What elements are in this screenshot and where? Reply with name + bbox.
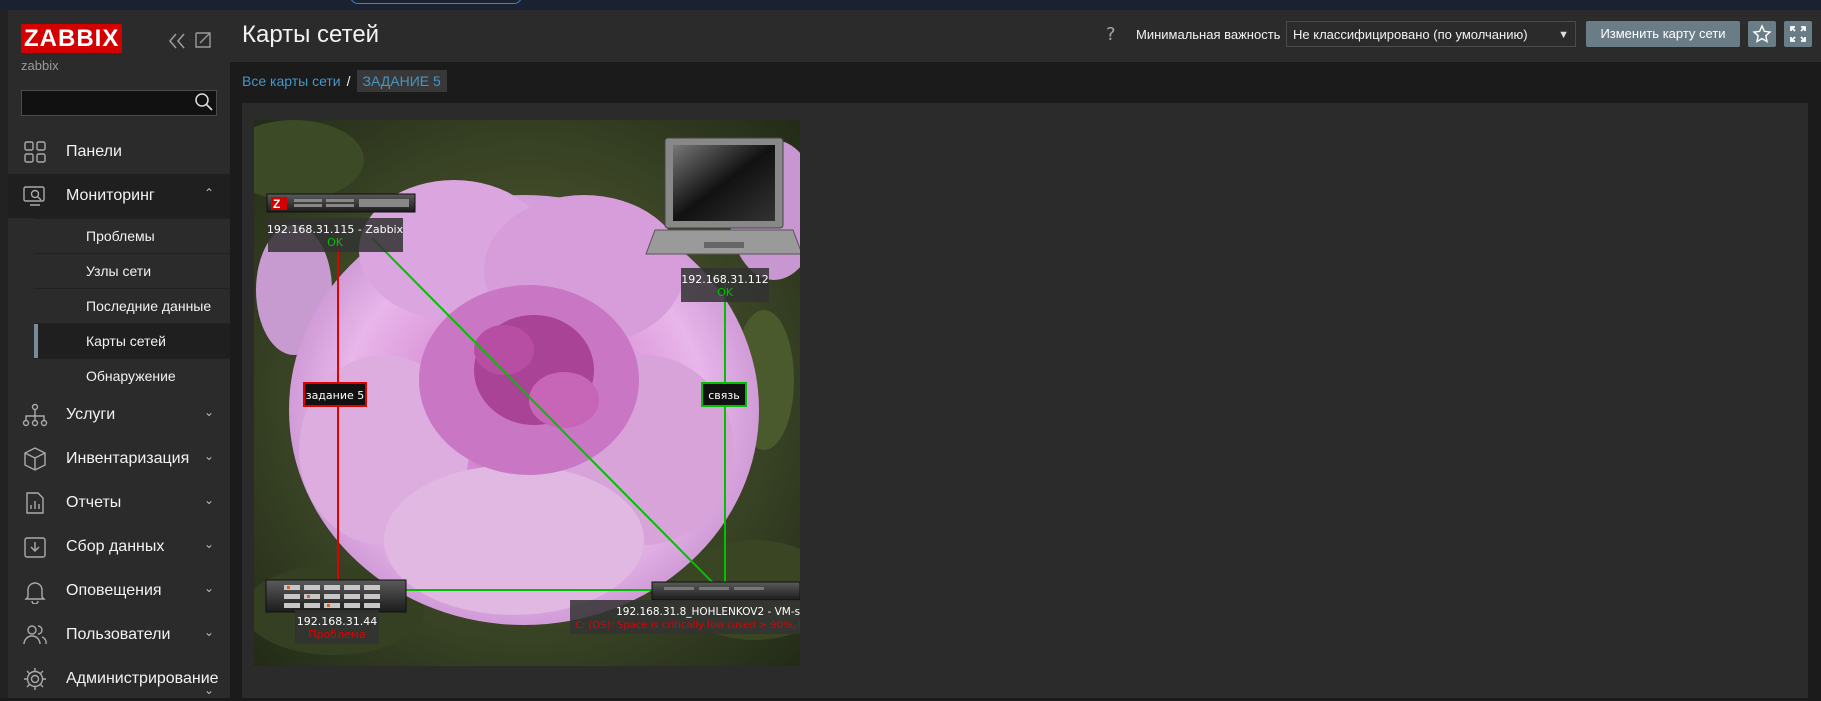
breadcrumb-current-map[interactable]: ЗАДАНИЕ 5 [356, 70, 447, 92]
network-map: Z 192.168.31.115 - Zabbix OK 192.168.31.… [254, 120, 800, 666]
help-icon[interactable]: ? [1106, 24, 1116, 45]
inventory-icon [24, 447, 46, 471]
link-label-zadanie[interactable]: задание 5 [306, 389, 365, 402]
menu-item-reports[interactable]: Отчеты ⌄ [8, 481, 230, 525]
menu-label: Сбор данных [66, 538, 165, 555]
users-icon [23, 625, 47, 645]
submenu-item-hosts[interactable]: Узлы сети [34, 253, 230, 288]
chevron-down-icon: ⌄ [203, 625, 214, 639]
zabbix-server-icon[interactable]: Z [266, 193, 416, 213]
fullscreen-icon [1790, 26, 1806, 42]
laptop-icon[interactable] [645, 137, 800, 255]
dashboard-icon [24, 141, 46, 163]
chevron-down-icon: ⌄ [203, 537, 214, 551]
chevron-down-icon: ⌄ [203, 449, 214, 463]
sidebar-edge [0, 10, 8, 698]
menu-label: Оповещения [66, 582, 162, 599]
node-label-vm-server: 192.168.31.8_HOHLENKOV2 - VM-server [616, 606, 800, 618]
node-label-zabbix: 192.168.31.115 - Zabbix [267, 223, 404, 236]
node-status-zabbix: OK [327, 236, 344, 249]
favorite-button[interactable] [1748, 21, 1776, 47]
node-status-laptop: OK [717, 286, 734, 299]
monitoring-submenu: Проблемы Узлы сети Последние данные Карт… [8, 218, 230, 393]
node-status-31-44: Проблема [308, 628, 366, 641]
submenu-item-latest-data[interactable]: Последние данные [34, 288, 230, 323]
menu-item-dashboards[interactable]: Панели [8, 130, 230, 174]
svg-text:Z: Z [273, 197, 280, 211]
menu-item-data-collection[interactable]: Сбор данных ⌄ [8, 525, 230, 569]
menu-label: Панели [66, 143, 122, 160]
rack-server-icon[interactable] [265, 579, 407, 613]
kiosk-mode-icon[interactable] [194, 31, 212, 49]
chevron-up-icon: ⌃ [203, 186, 214, 200]
menu-item-users[interactable]: Пользователи ⌄ [8, 613, 230, 657]
menu-label: Отчеты [66, 494, 122, 511]
menu-label: Услуги [66, 406, 116, 423]
monitoring-icon [23, 186, 45, 206]
menu-label: Администрирование [66, 670, 219, 687]
search-input[interactable] [21, 90, 217, 116]
sidebar: ZABBIX zabbix Панели Мониторинг ⌃ Пробле… [0, 10, 230, 698]
min-severity-value: Не классифицировано (по умолчанию) [1293, 27, 1528, 42]
page-title: Карты сетей [242, 21, 380, 48]
menu-item-services[interactable]: Услуги ⌄ [8, 393, 230, 437]
reports-icon [26, 492, 44, 514]
instance-name: zabbix [21, 58, 59, 73]
alerts-icon [24, 582, 46, 604]
chevron-down-icon: ⌄ [203, 493, 214, 507]
chevron-down-icon: ⌄ [203, 683, 214, 697]
network-map-canvas: Z 192.168.31.115 - Zabbix OK 192.168.31.… [254, 120, 800, 666]
menu-item-monitoring[interactable]: Мониторинг ⌃ [8, 174, 230, 218]
search-icon[interactable] [194, 92, 214, 112]
main-menu: Панели Мониторинг ⌃ Проблемы Узлы сети П… [8, 130, 230, 701]
breadcrumb-all-maps[interactable]: Все карты сети [242, 73, 341, 89]
browser-top-strip [0, 0, 1821, 10]
rack-server-icon[interactable] [651, 581, 800, 601]
edit-map-button[interactable]: Изменить карту сети [1586, 21, 1740, 47]
menu-label: Мониторинг [66, 187, 155, 204]
menu-item-administration[interactable]: Администрирование ⌄ [8, 657, 230, 701]
zabbix-logo[interactable]: ZABBIX [21, 24, 123, 53]
chevron-down-icon: ⌄ [203, 581, 214, 595]
node-label-31-44: 192.168.31.44 [297, 615, 377, 628]
page-header: Карты сетей ? Минимальная важность Не кл… [230, 10, 1821, 62]
min-severity-label: Минимальная важность [1136, 27, 1281, 42]
chevron-down-icon: ▼ [1558, 29, 1569, 41]
menu-item-alerts[interactable]: Оповещения ⌄ [8, 569, 230, 613]
fullscreen-button[interactable] [1784, 21, 1812, 47]
star-icon [1752, 24, 1772, 43]
submenu-item-maps[interactable]: Карты сетей [34, 323, 230, 358]
breadcrumb: Все карты сети / ЗАДАНИЕ 5 [242, 70, 447, 92]
node-status-vm-server: C: (OS): Space is critically low (used >… [575, 620, 800, 631]
breadcrumb-separator: / [346, 73, 351, 89]
min-severity-select[interactable]: Не классифицировано (по умолчанию) ▼ [1286, 21, 1576, 47]
submenu-item-discovery[interactable]: Обнаружение [34, 358, 230, 393]
services-icon [22, 403, 48, 427]
data-collection-icon [24, 537, 46, 558]
chevron-down-icon: ⌄ [203, 405, 214, 419]
menu-label: Инвентаризация [66, 450, 190, 467]
administration-icon [24, 668, 46, 690]
top-tab-outline [350, 0, 522, 4]
menu-item-inventory[interactable]: Инвентаризация ⌄ [8, 437, 230, 481]
submenu-item-problems[interactable]: Проблемы [34, 218, 230, 253]
link-label-svyaz[interactable]: связь [708, 389, 739, 402]
collapse-sidebar-icon[interactable] [167, 32, 187, 50]
node-label-laptop: 192.168.31.112 [681, 273, 768, 286]
menu-label: Пользователи [66, 626, 171, 643]
